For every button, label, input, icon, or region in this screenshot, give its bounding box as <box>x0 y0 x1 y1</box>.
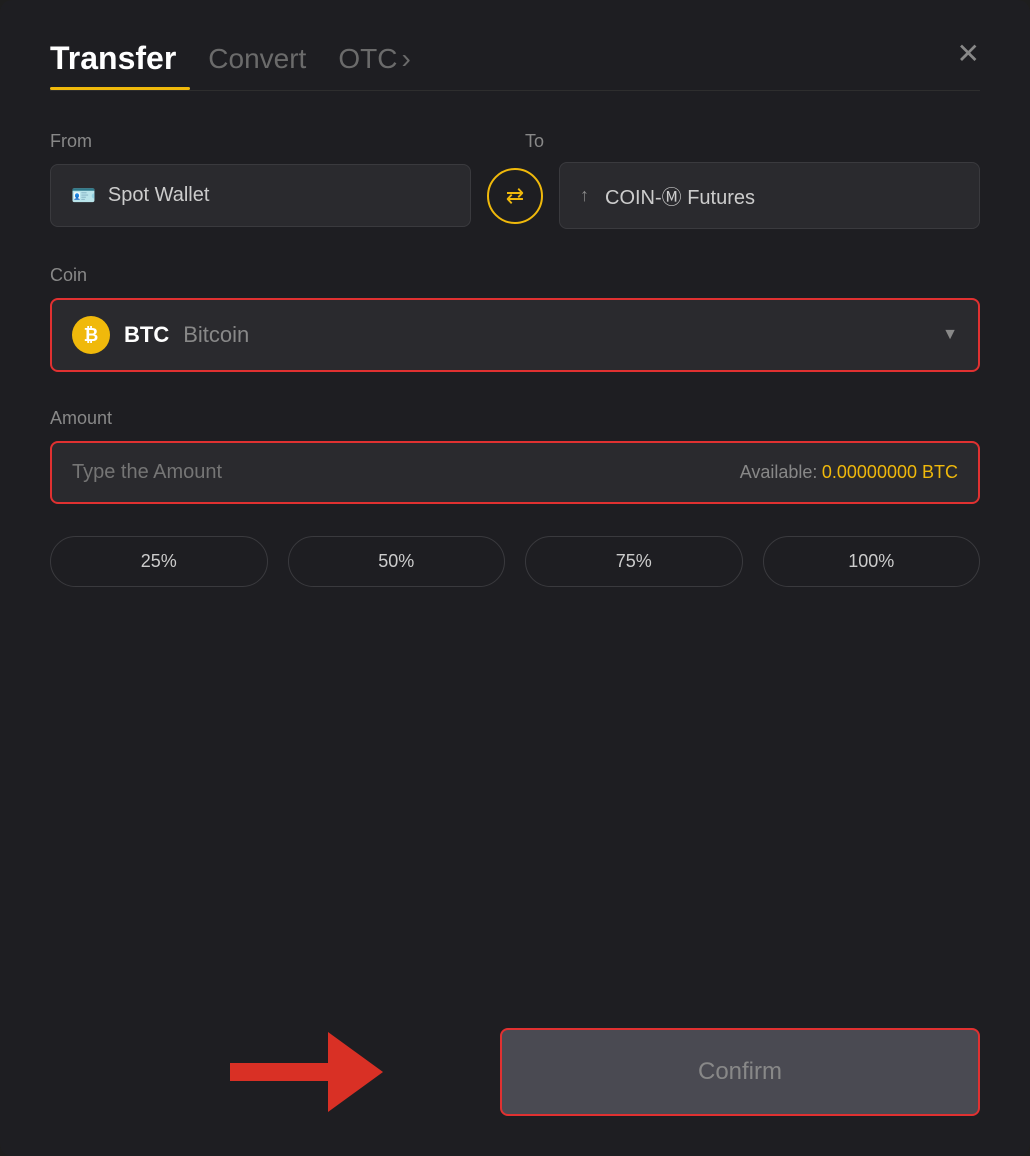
amount-label: Amount <box>50 408 980 429</box>
tab-convert[interactable]: Convert <box>208 43 306 87</box>
tab-otc[interactable]: OTC › <box>338 43 410 87</box>
swap-icon: ⇄ <box>506 183 524 209</box>
close-button[interactable]: ✕ <box>957 40 980 68</box>
from-to-labels: From To <box>50 131 980 152</box>
tab-underline-row <box>50 89 980 91</box>
amount-input-box: Available: 0.00000000 BTC <box>50 441 980 504</box>
from-to-section: From To 🪪 Spot Wallet ⇄ ↑ COIN-Ⓜ Futures <box>50 131 980 229</box>
from-label: From <box>50 131 505 152</box>
percent-row: 25% 50% 75% 100% <box>50 536 980 587</box>
amount-section: Amount Available: 0.00000000 BTC <box>50 408 980 504</box>
coin-symbol: BTC <box>124 322 169 348</box>
swap-button[interactable]: ⇄ <box>487 168 543 224</box>
coin-selector[interactable]: ₿ BTC Bitcoin ▼ <box>50 298 980 372</box>
percent-75-button[interactable]: 75% <box>525 536 743 587</box>
from-to-inputs: 🪪 Spot Wallet ⇄ ↑ COIN-Ⓜ Futures <box>50 162 980 229</box>
otc-arrow-icon: › <box>401 43 410 75</box>
transfer-modal: Transfer Convert OTC › ✕ From To 🪪 Spot … <box>0 0 1030 1156</box>
coin-label: Coin <box>50 265 980 286</box>
arrow-shaft <box>230 1063 330 1081</box>
coin-section: Coin ₿ BTC Bitcoin ▼ <box>50 265 980 372</box>
percent-50-button[interactable]: 50% <box>288 536 506 587</box>
to-label: To <box>525 131 980 152</box>
from-wallet-selector[interactable]: 🪪 Spot Wallet <box>50 164 471 227</box>
arrow-indicator <box>230 1032 383 1112</box>
bottom-section: Confirm <box>50 1008 980 1116</box>
confirm-button[interactable]: Confirm <box>500 1028 980 1116</box>
from-wallet-name: Spot Wallet <box>108 184 210 207</box>
futures-icon: ↑ <box>580 185 589 206</box>
to-wallet-selector[interactable]: ↑ COIN-Ⓜ Futures <box>559 162 980 229</box>
coin-name: Bitcoin <box>183 322 249 348</box>
wallet-card-icon: 🪪 <box>71 183 96 208</box>
tab-transfer[interactable]: Transfer <box>50 40 176 89</box>
available-label: Available: <box>740 462 818 482</box>
btc-icon: ₿ <box>72 316 110 354</box>
percent-100-button[interactable]: 100% <box>763 536 981 587</box>
chevron-down-icon: ▼ <box>942 326 958 344</box>
to-wallet-name: COIN-Ⓜ Futures <box>605 181 755 210</box>
available-info: Available: 0.00000000 BTC <box>740 462 958 483</box>
arrow-head-icon <box>328 1032 383 1112</box>
amount-input[interactable] <box>72 461 740 484</box>
available-value: 0.00000000 BTC <box>822 462 958 482</box>
percent-25-button[interactable]: 25% <box>50 536 268 587</box>
modal-header: Transfer Convert OTC › ✕ <box>50 40 980 89</box>
